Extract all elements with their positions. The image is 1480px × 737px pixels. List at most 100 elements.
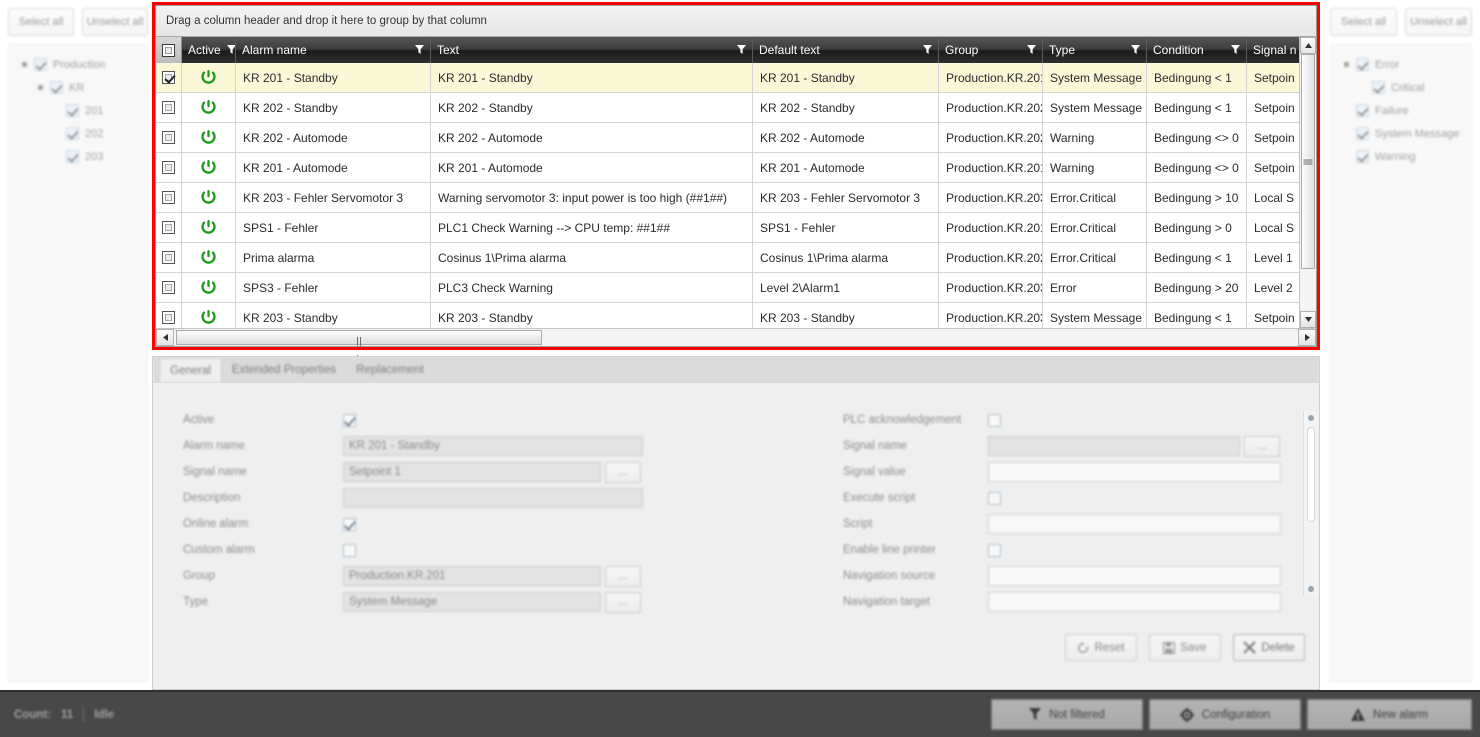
filter-funnel-icon[interactable] xyxy=(415,45,424,55)
checkbox-icon[interactable] xyxy=(1356,127,1369,140)
grid-horizontal-scrollbar[interactable] xyxy=(156,328,1316,346)
row-select-cell[interactable] xyxy=(156,153,182,182)
scroll-right-button[interactable] xyxy=(1298,329,1316,346)
tree-item[interactable]: 203 xyxy=(19,145,147,168)
scrollbar-track[interactable] xyxy=(1300,54,1316,311)
row-select-cell[interactable] xyxy=(156,183,182,212)
tree-item[interactable]: KR xyxy=(19,76,147,99)
table-row[interactable]: KR 203 - Fehler Servomotor 3Warning serv… xyxy=(156,183,1299,213)
browse-button[interactable]: ... xyxy=(605,462,641,483)
right-select-all-button[interactable]: Select all xyxy=(1330,8,1397,36)
field-checkbox[interactable] xyxy=(343,518,356,531)
grid-vertical-scrollbar[interactable] xyxy=(1299,37,1316,328)
scroll-left-button[interactable] xyxy=(156,329,174,346)
active-state-cell[interactable] xyxy=(182,183,236,212)
row-select-cell[interactable] xyxy=(156,243,182,272)
browse-button[interactable]: ... xyxy=(605,566,641,587)
table-row[interactable]: KR 202 - StandbyKR 202 - StandbyKR 202 -… xyxy=(156,93,1299,123)
field-input[interactable] xyxy=(343,488,643,508)
tab-extended-properties[interactable]: Extended Properties xyxy=(222,358,346,382)
group-by-drop-area[interactable]: Drag a column header and drop it here to… xyxy=(156,6,1316,37)
row-checkbox-icon[interactable] xyxy=(162,281,175,294)
row-checkbox-icon[interactable] xyxy=(162,71,175,84)
table-row[interactable]: Prima alarmaCosinus 1\Prima alarmaCosinu… xyxy=(156,243,1299,273)
filter-funnel-icon[interactable] xyxy=(737,45,746,55)
table-row[interactable]: KR 201 - StandbyKR 201 - StandbyKR 201 -… xyxy=(156,63,1299,93)
detail-vertical-scrollbar[interactable] xyxy=(1303,411,1318,596)
field-input[interactable]: Production.KR.201 xyxy=(343,566,601,586)
tree-item[interactable]: Production xyxy=(19,53,147,76)
column-header-active[interactable]: Active xyxy=(182,37,236,63)
checkbox-icon[interactable] xyxy=(1356,58,1369,71)
checkbox-icon[interactable] xyxy=(1372,81,1385,94)
detail-tabstrip[interactable]: General Extended Properties Replacement xyxy=(153,357,1319,383)
column-header-default-text[interactable]: Default text xyxy=(753,37,939,63)
left-unselect-all-button[interactable]: Unselect all xyxy=(82,8,148,36)
field-input[interactable] xyxy=(988,462,1281,482)
column-header-condition[interactable]: Condition xyxy=(1147,37,1247,63)
scrollbar-thumb[interactable] xyxy=(1301,54,1315,269)
tree-item[interactable]: Critical xyxy=(1341,76,1471,99)
not-filtered-button[interactable]: Not filtered xyxy=(991,699,1143,730)
delete-button[interactable]: Delete xyxy=(1233,634,1305,661)
field-input[interactable]: KR 201 - Standby xyxy=(343,436,643,456)
active-state-cell[interactable] xyxy=(182,123,236,152)
filter-funnel-icon[interactable] xyxy=(1231,45,1240,55)
grid-rows[interactable]: KR 201 - StandbyKR 201 - StandbyKR 201 -… xyxy=(156,63,1299,328)
select-all-checkbox-icon[interactable] xyxy=(162,44,175,57)
field-checkbox[interactable] xyxy=(988,414,1001,427)
filter-funnel-icon[interactable] xyxy=(1131,45,1140,55)
field-checkbox[interactable] xyxy=(343,544,356,557)
row-checkbox-icon[interactable] xyxy=(162,131,175,144)
filter-funnel-icon[interactable] xyxy=(227,45,236,55)
row-checkbox-icon[interactable] xyxy=(162,161,175,174)
row-checkbox-icon[interactable] xyxy=(162,191,175,204)
expander-icon[interactable] xyxy=(35,81,48,94)
row-select-cell[interactable] xyxy=(156,93,182,122)
checkbox-icon[interactable] xyxy=(1356,104,1369,117)
header-select-all-cell[interactable] xyxy=(156,37,182,63)
row-select-cell[interactable] xyxy=(156,123,182,152)
table-row[interactable]: KR 201 - AutomodeKR 201 - AutomodeKR 201… xyxy=(156,153,1299,183)
column-header-signal-name[interactable]: Signal n xyxy=(1247,37,1299,63)
row-select-cell[interactable] xyxy=(156,273,182,302)
tab-general[interactable]: General xyxy=(159,358,222,382)
tab-replacement[interactable]: Replacement xyxy=(346,358,434,382)
field-input[interactable]: Setpoint 1 xyxy=(343,462,601,482)
left-select-all-button[interactable]: Select all xyxy=(8,8,74,36)
checkbox-icon[interactable] xyxy=(50,81,63,94)
scrollbar-thumb[interactable] xyxy=(1307,427,1315,522)
active-state-cell[interactable] xyxy=(182,303,236,328)
right-unselect-all-button[interactable]: Unselect all xyxy=(1405,8,1472,36)
field-input[interactable] xyxy=(988,566,1281,586)
table-row[interactable]: SPS3 - FehlerPLC3 Check WarningLevel 2\A… xyxy=(156,273,1299,303)
active-state-cell[interactable] xyxy=(182,153,236,182)
scroll-down-button[interactable] xyxy=(1300,311,1316,328)
browse-button[interactable]: ... xyxy=(605,592,641,613)
row-checkbox-icon[interactable] xyxy=(162,221,175,234)
expander-icon[interactable] xyxy=(19,58,32,71)
tree-item[interactable]: 201 xyxy=(19,99,147,122)
tree-item[interactable]: Warning xyxy=(1341,145,1471,168)
row-checkbox-icon[interactable] xyxy=(162,251,175,264)
scrollbar-thumb[interactable] xyxy=(176,330,542,345)
table-row[interactable]: KR 202 - AutomodeKR 202 - AutomodeKR 202… xyxy=(156,123,1299,153)
row-select-cell[interactable] xyxy=(156,213,182,242)
tree-item[interactable]: Failure xyxy=(1341,99,1471,122)
alarm-grid[interactable]: Drag a column header and drop it here to… xyxy=(155,5,1317,347)
column-header-alarm-name[interactable]: Alarm name xyxy=(236,37,431,63)
scrollbar-track[interactable] xyxy=(174,329,1298,346)
active-state-cell[interactable] xyxy=(182,63,236,92)
active-state-cell[interactable] xyxy=(182,213,236,242)
filter-funnel-icon[interactable] xyxy=(1027,45,1036,55)
row-select-cell[interactable] xyxy=(156,63,182,92)
column-header-type[interactable]: Type xyxy=(1043,37,1147,63)
checkbox-icon[interactable] xyxy=(66,104,79,117)
tree-item[interactable]: 202 xyxy=(19,122,147,145)
row-select-cell[interactable] xyxy=(156,303,182,328)
field-input[interactable] xyxy=(988,514,1281,534)
column-header-group[interactable]: Group xyxy=(939,37,1043,63)
browse-button[interactable]: ... xyxy=(1244,436,1280,457)
group-tree[interactable]: Production KR 201 202 203 xyxy=(8,44,148,682)
checkbox-icon[interactable] xyxy=(66,150,79,163)
